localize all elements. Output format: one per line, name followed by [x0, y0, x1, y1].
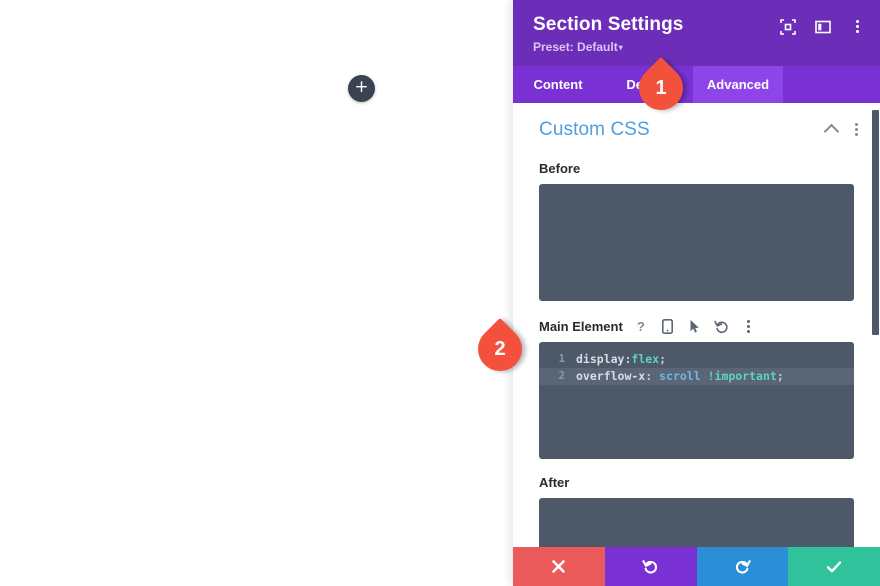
section-settings-panel: Section Settings Preset: Default▾ Conten… [513, 0, 880, 586]
panel-footer [513, 547, 880, 586]
tab-design[interactable]: Design [603, 66, 693, 103]
main-element-css-editor[interactable]: 1 display:flex; 2 overflow-x: scroll !im… [539, 341, 854, 459]
main-element-label-row: Main Element ? [539, 319, 854, 335]
panel-scrollbar-thumb[interactable] [872, 109, 879, 335]
layout-panel-icon[interactable] [814, 18, 831, 35]
line-number: 1 [558, 352, 565, 365]
after-field-label: After [539, 474, 570, 490]
help-icon[interactable]: ? [633, 319, 649, 335]
custom-css-section-header[interactable]: Custom CSS [513, 103, 880, 151]
before-field-block: Before [513, 161, 880, 301]
section-title: Custom CSS [539, 118, 650, 140]
save-button[interactable] [788, 547, 880, 586]
more-vertical-icon[interactable] [741, 319, 757, 335]
reset-undo-icon[interactable] [714, 319, 730, 335]
panel-tabs: Content Design Advanced [513, 65, 880, 103]
before-css-input[interactable] [539, 183, 854, 301]
panel-body: Custom CSS Before Main Element ? 1 displ… [513, 102, 880, 547]
undo-button[interactable] [604, 547, 697, 586]
after-field-block: After [513, 475, 880, 547]
tab-advanced[interactable]: Advanced [693, 65, 783, 103]
panel-header: Section Settings Preset: Default▾ [513, 0, 880, 66]
hover-cursor-icon[interactable] [687, 319, 703, 335]
panel-header-icons [779, 18, 866, 35]
redo-button[interactable] [696, 547, 789, 586]
builder-canvas: + [0, 0, 513, 586]
close-x-icon [552, 560, 566, 573]
main-element-field-label: Main Element [539, 319, 623, 335]
line-number: 2 [558, 369, 565, 382]
focus-frame-icon[interactable] [779, 18, 796, 35]
responsive-mobile-icon[interactable] [660, 319, 676, 335]
more-vertical-icon[interactable] [849, 18, 866, 35]
panel-scroll-content: Custom CSS Before Main Element ? 1 displ… [513, 103, 880, 547]
preset-label: Preset: Default [533, 40, 618, 54]
chevron-down-icon: ▾ [618, 42, 623, 52]
chevron-up-icon[interactable] [822, 121, 840, 140]
code-line: 2 overflow-x: scroll !important; [539, 367, 854, 385]
cancel-button[interactable] [513, 547, 605, 586]
code-text: overflow-x: scroll !important; [576, 368, 784, 383]
main-element-field-block: Main Element ? 1 display:flex; 2 overflo… [513, 319, 880, 459]
redo-arrow-icon [735, 560, 751, 574]
tab-content[interactable]: Content [513, 66, 603, 103]
plus-icon: + [354, 77, 369, 97]
add-section-button[interactable]: + [348, 75, 375, 102]
preset-selector[interactable]: Preset: Default▾ [533, 40, 860, 55]
code-line: 1 display:flex; [539, 351, 854, 368]
panel-scrollbar-track[interactable] [871, 103, 880, 547]
undo-arrow-icon [642, 560, 658, 574]
checkmark-icon [826, 560, 842, 572]
code-text: display:flex; [576, 351, 667, 366]
before-field-label: Before [539, 160, 581, 176]
more-vertical-icon[interactable] [847, 121, 865, 139]
after-css-input[interactable] [539, 497, 854, 547]
